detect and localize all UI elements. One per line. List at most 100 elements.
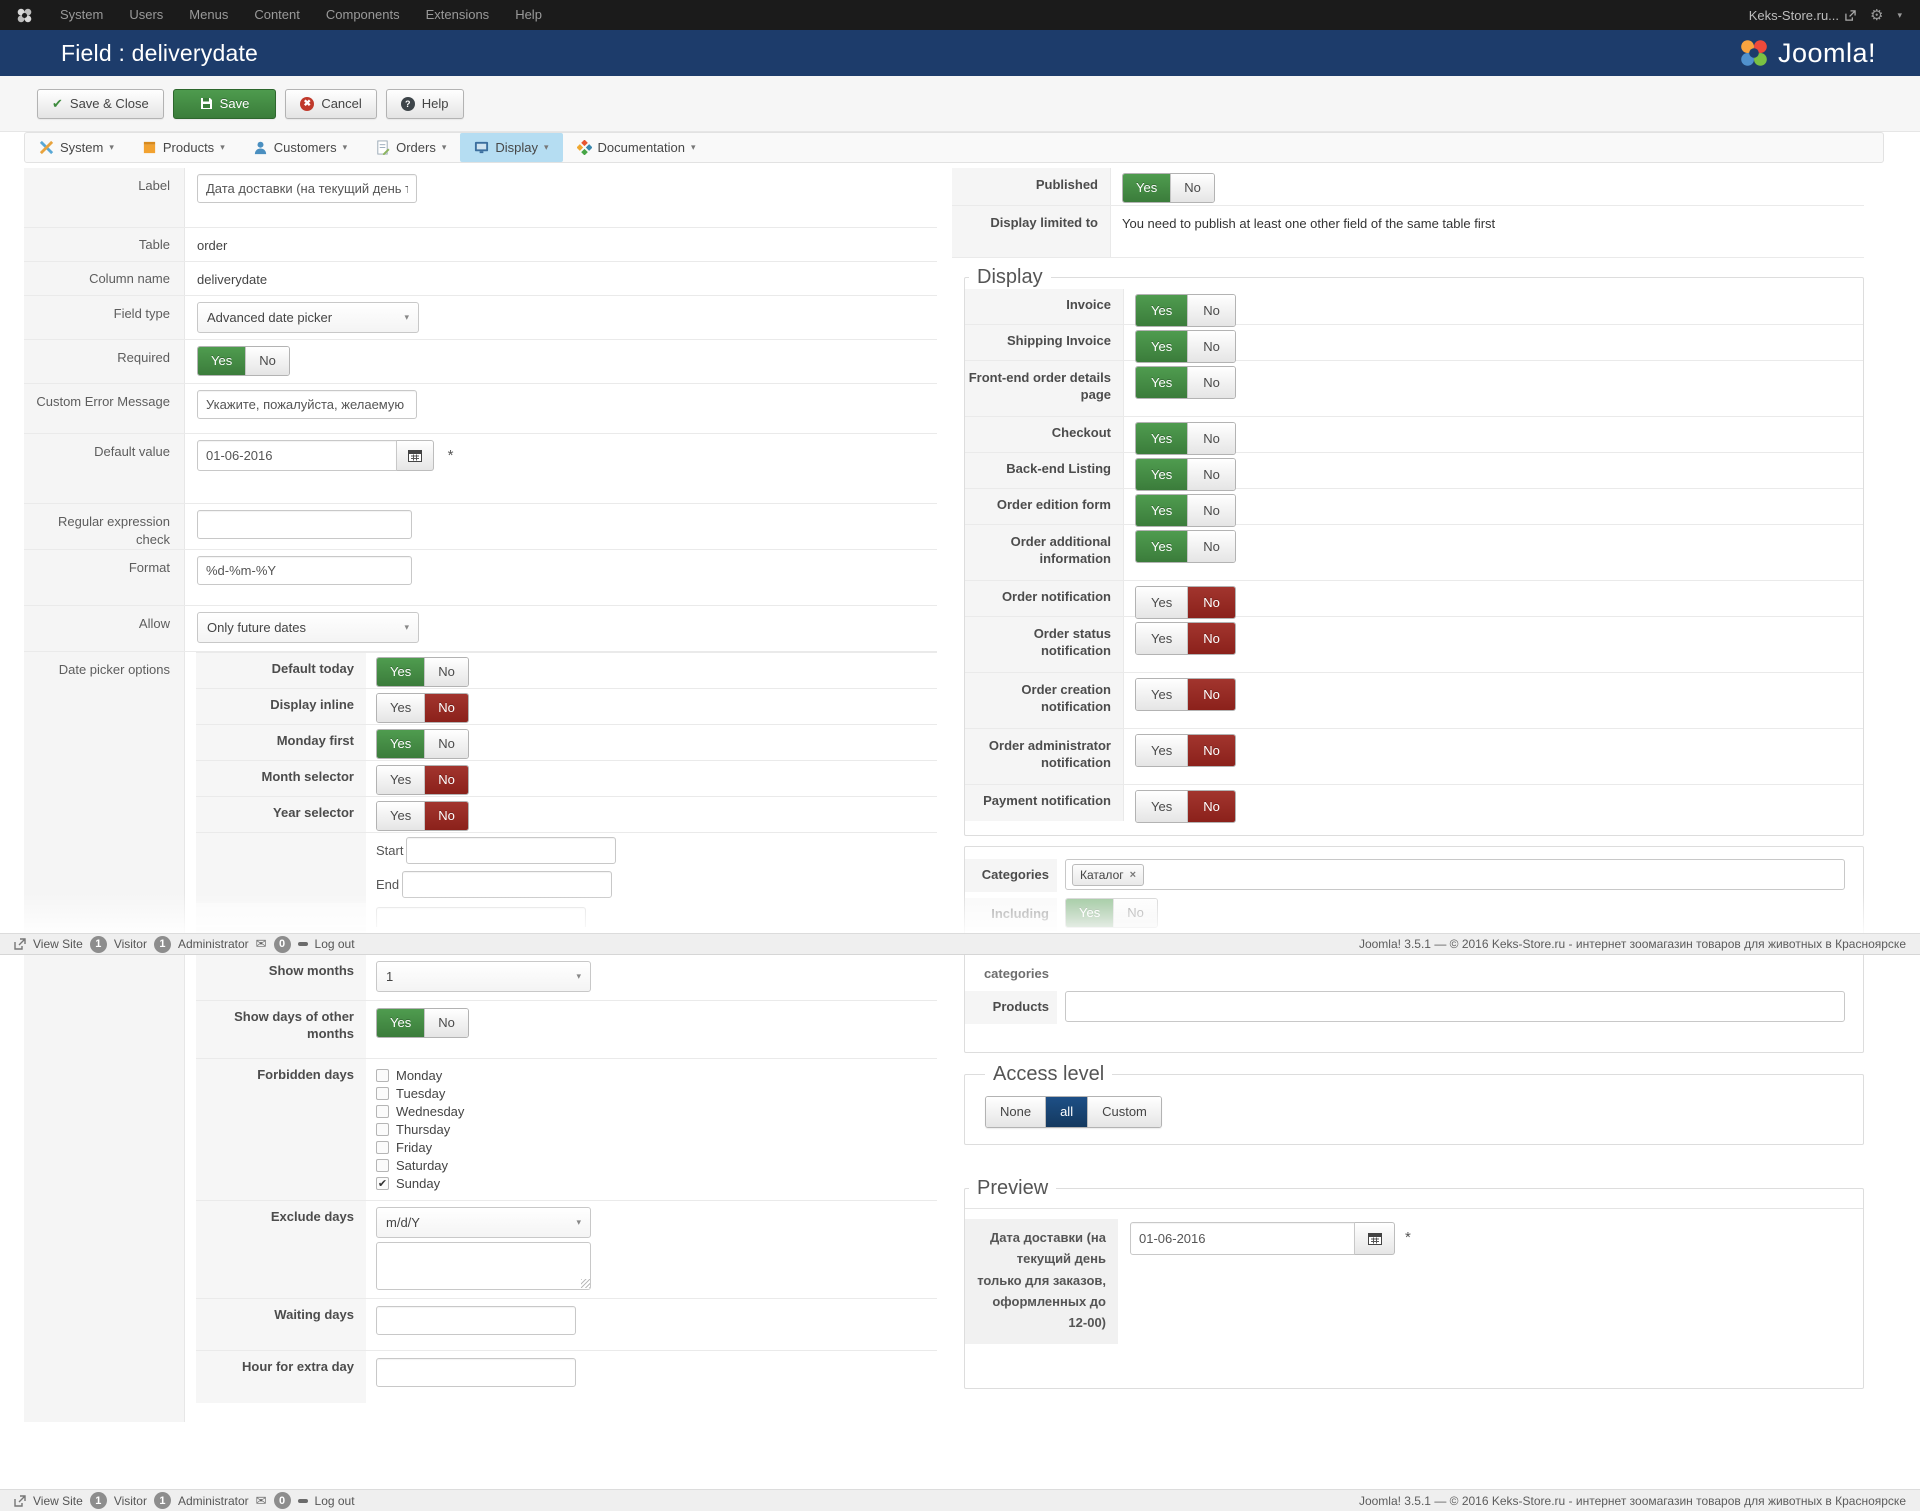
yes-option[interactable]: Yes [377,802,424,830]
yes-option[interactable]: Yes [1066,899,1113,927]
year-selector-toggle[interactable]: YesNo [376,801,469,831]
menu-item-components[interactable]: Components [313,0,413,30]
yes-option[interactable]: Yes [377,730,424,758]
yes-option[interactable]: Yes [1136,623,1187,654]
yes-option[interactable]: Yes [1136,367,1187,398]
no-option[interactable]: No [245,347,289,375]
order-notification-toggle[interactable]: YesNo [1135,586,1236,619]
month-selector-toggle[interactable]: YesNo [376,765,469,795]
no-option[interactable]: No [1170,174,1214,202]
logout-link[interactable]: Log out [315,937,355,951]
order-additional-info-toggle[interactable]: YesNo [1135,530,1236,563]
yes-option[interactable]: Yes [1136,791,1187,822]
no-option[interactable]: No [1113,899,1157,927]
joomla-menu-icon[interactable] [16,7,33,24]
no-option[interactable]: No [1187,791,1235,822]
logout-icon[interactable] [298,942,308,946]
checkout-toggle[interactable]: YesNo [1135,422,1236,455]
category-chip[interactable]: Каталог × [1072,864,1144,886]
no-option[interactable]: No [424,694,468,722]
tuesday-checkbox[interactable] [376,1087,389,1100]
no-option[interactable]: No [1187,623,1235,654]
yes-option[interactable]: Yes [1136,495,1187,526]
regex-input[interactable] [197,510,412,539]
help-button[interactable]: ? Help [386,89,464,119]
tab-orders[interactable]: Orders▾ [361,133,460,162]
friday-checkbox[interactable] [376,1141,389,1154]
exclude-days-textarea[interactable] [376,1242,591,1290]
no-option[interactable]: No [1187,735,1235,766]
published-toggle[interactable]: YesNo [1122,173,1215,203]
tab-system[interactable]: System▾ [25,133,128,162]
menu-item-users[interactable]: Users [116,0,176,30]
no-option[interactable]: No [1187,331,1235,362]
messages-icon[interactable]: ✉ [256,936,267,952]
yes-option[interactable]: Yes [377,1009,424,1037]
yes-option[interactable]: Yes [1136,531,1187,562]
monday-first-toggle[interactable]: YesNo [376,729,469,759]
including-toggle[interactable]: YesNo [1065,898,1158,928]
end-input[interactable] [402,871,612,898]
yes-option[interactable]: Yes [1136,331,1187,362]
yes-option[interactable]: Yes [1136,679,1187,710]
custom-error-input[interactable] [197,390,417,419]
yes-option[interactable]: Yes [1136,735,1187,766]
tab-display[interactable]: Display▾ [460,133,562,162]
yes-option[interactable]: Yes [1136,459,1187,490]
no-option[interactable]: No [1187,495,1235,526]
no-option[interactable]: No [424,1009,468,1037]
categories-input[interactable]: Каталог × [1065,859,1845,890]
gear-icon[interactable]: ⚙ [1870,6,1883,24]
view-site-link[interactable]: View Site [33,1494,83,1508]
yes-option[interactable]: Yes [377,658,424,686]
no-option[interactable]: No [424,802,468,830]
order-creation-notification-toggle[interactable]: YesNo [1135,678,1236,711]
thursday-checkbox[interactable] [376,1123,389,1136]
label-input[interactable] [197,174,417,203]
yes-option[interactable]: Yes [198,347,245,375]
calendar-button[interactable] [397,440,434,471]
wednesday-checkbox[interactable] [376,1105,389,1118]
preview-date-input[interactable] [1130,1222,1355,1255]
invoice-toggle[interactable]: YesNo [1135,294,1236,327]
sunday-checkbox[interactable] [376,1177,389,1190]
required-toggle[interactable]: YesNo [197,346,290,376]
logout-icon[interactable] [298,1499,308,1503]
backend-listing-toggle[interactable]: YesNo [1135,458,1236,491]
no-option[interactable]: No [1187,423,1235,454]
order-admin-notification-toggle[interactable]: YesNo [1135,734,1236,767]
yes-option[interactable]: Yes [1136,587,1187,618]
menu-item-extensions[interactable]: Extensions [413,0,503,30]
payment-notification-toggle[interactable]: YesNo [1135,790,1236,823]
shipping-invoice-toggle[interactable]: YesNo [1135,330,1236,363]
chevron-down-icon[interactable]: ▾ [1897,10,1902,21]
display-inline-toggle[interactable]: YesNo [376,693,469,723]
format-input[interactable] [197,556,412,585]
yes-option[interactable]: Yes [1123,174,1170,202]
access-custom-button[interactable]: Custom [1087,1097,1161,1127]
menu-item-content[interactable]: Content [241,0,313,30]
menu-item-help[interactable]: Help [502,0,555,30]
menu-item-system[interactable]: System [47,0,116,30]
access-all-button[interactable]: all [1045,1097,1087,1127]
save-button[interactable]: Save [173,89,277,119]
no-option[interactable]: No [1187,459,1235,490]
yes-option[interactable]: Yes [377,766,424,794]
waiting-days-input[interactable] [376,1306,576,1335]
yes-option[interactable]: Yes [1136,295,1187,326]
default-value-input[interactable] [197,440,397,471]
no-option[interactable]: No [1187,367,1235,398]
saturday-checkbox[interactable] [376,1159,389,1172]
no-option[interactable]: No [424,658,468,686]
tab-products[interactable]: Products▾ [128,133,239,162]
allow-select[interactable]: Only future dates▾ [197,612,419,643]
field-type-select[interactable]: Advanced date picker▾ [197,302,419,333]
order-status-notification-toggle[interactable]: YesNo [1135,622,1236,655]
no-option[interactable]: No [1187,587,1235,618]
no-option[interactable]: No [424,766,468,794]
default-today-toggle[interactable]: YesNo [376,657,469,687]
order-edition-toggle[interactable]: YesNo [1135,494,1236,527]
no-option[interactable]: No [424,730,468,758]
logout-link[interactable]: Log out [315,1494,355,1508]
view-site-link[interactable]: View Site [33,937,83,951]
